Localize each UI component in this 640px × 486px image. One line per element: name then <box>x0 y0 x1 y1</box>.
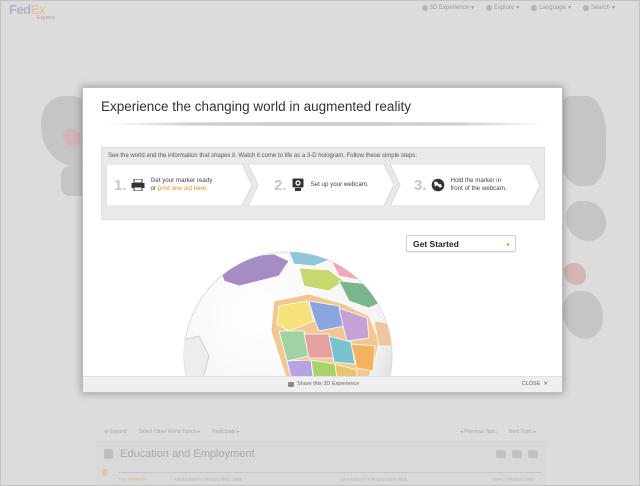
speech-icon <box>531 4 538 11</box>
top-nav: 3D Experience ▾ Explore ▾ Language ▾ Sea… <box>421 4 615 11</box>
ar-modal-dialog: Experience the changing world in augment… <box>82 87 563 393</box>
step-number: 1. <box>114 176 127 194</box>
topic-actions-bar: ⊕ Expand Select Other World Topics ▸ Par… <box>96 426 546 438</box>
steps-intro: See the world and the information that s… <box>108 153 417 159</box>
compass-icon <box>485 4 492 11</box>
comment-icon[interactable] <box>512 450 522 458</box>
step-2-text: Set up your webcam. <box>310 180 369 188</box>
globe-illustration <box>179 246 399 378</box>
step-2: 2. Set up your webcam. <box>274 164 369 206</box>
steps-panel: See the world and the information that s… <box>101 147 545 220</box>
close-icon: ✕ <box>543 381 548 387</box>
step-3: 3. Hold the marker in front of the webca… <box>414 164 507 206</box>
printer-icon <box>131 178 145 192</box>
globe-graphic <box>183 251 393 378</box>
nav-explore[interactable]: Explore ▾ <box>485 4 519 11</box>
share-experience-link[interactable]: Share this 3D Experience <box>288 381 359 387</box>
participate-link[interactable]: Participate ▸ <box>212 429 240 435</box>
topic-panel: Education and Employment THE WORLD UNIVE… <box>96 441 546 485</box>
timeline-label[interactable]: UNIVERSITY GRADUATES 2005 <box>340 477 407 482</box>
step-number: 3. <box>414 176 427 194</box>
modal-footer: Share this 3D Experience CLOSE ✕ <box>83 376 562 392</box>
nav-language[interactable]: Language ▾ <box>531 4 571 11</box>
share-icon <box>288 381 294 387</box>
step-3-text: Hold the marker in front of the webcam. <box>450 176 507 192</box>
print-icon[interactable] <box>496 450 506 458</box>
arrow-right-icon: ▸ <box>506 242 510 248</box>
pause-icon[interactable] <box>102 469 107 476</box>
title-divider <box>101 122 550 126</box>
graduation-icon <box>104 449 113 459</box>
step-1: 1. Get your marker ready or print one ou… <box>114 164 212 206</box>
topic-tools <box>496 450 538 458</box>
close-button[interactable]: CLOSE ✕ <box>522 381 548 387</box>
timeline-label[interactable]: EMPLOYMENT AND <box>492 477 534 482</box>
print-marker-link[interactable]: print one out here. <box>158 185 208 192</box>
expand-link[interactable]: ⊕ Expand <box>104 429 127 435</box>
select-topics-link[interactable]: Select Other World Topics ▸ <box>139 429 201 435</box>
background-map-shape <box>564 263 586 285</box>
timeline-label[interactable]: UNIVERSITY GRADUATES 1995 <box>175 477 242 482</box>
previous-topic-link[interactable]: ◂ Previous Topic <box>460 429 496 435</box>
cube-icon <box>421 4 428 11</box>
background-map-shape <box>556 96 606 186</box>
background-map-shape <box>63 129 81 147</box>
nav-search[interactable]: Search ▾ <box>582 4 615 11</box>
timeline-label[interactable]: THE WORLD <box>118 477 145 482</box>
webcam-icon <box>291 178 305 192</box>
step-1-text: Get your marker ready or print one out h… <box>150 176 213 192</box>
step-number: 2. <box>274 176 287 194</box>
search-icon <box>582 4 589 11</box>
topic-title: Education and Employment <box>120 448 255 460</box>
timeline: THE WORLD UNIVERSITY GRADUATES 1995 UNIV… <box>100 469 542 483</box>
get-started-button[interactable]: Get Started ▸ <box>406 235 516 252</box>
background-map-shape <box>566 201 606 241</box>
next-topic-link[interactable]: Next Topic ▸ <box>509 429 536 435</box>
background-map-shape <box>563 291 603 339</box>
modal-title: Experience the changing world in augment… <box>101 99 411 114</box>
globe-icon <box>431 178 445 192</box>
logo-subtitle: Express <box>37 15 56 21</box>
timeline-track[interactable] <box>118 472 542 473</box>
share-icon[interactable] <box>528 450 538 458</box>
nav-3d-experience[interactable]: 3D Experience ▾ <box>421 4 474 11</box>
